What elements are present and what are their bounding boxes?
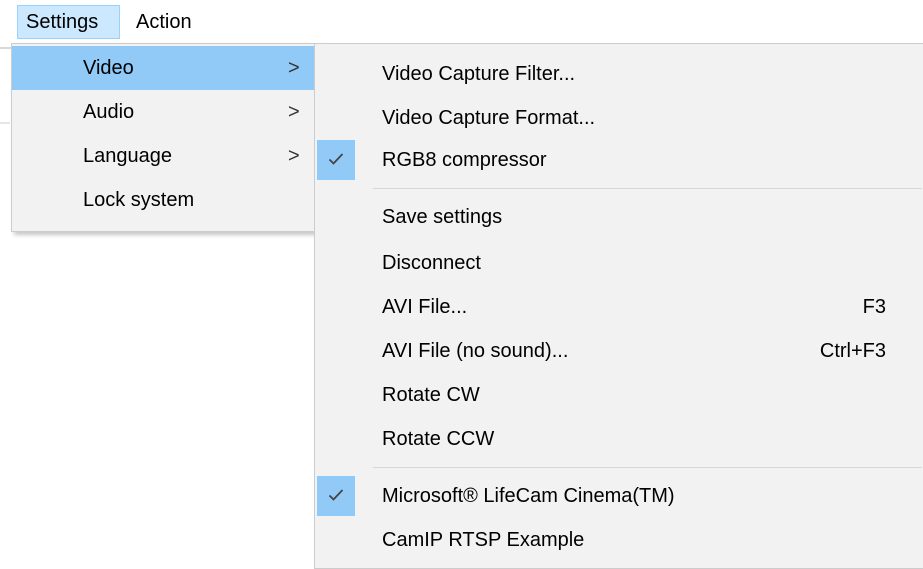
menu-item-save-settings[interactable]: Save settings (315, 195, 923, 239)
menu-separator (373, 188, 922, 189)
menu-item-language[interactable]: Language > (12, 134, 320, 178)
menu-item-rgb8-compressor[interactable]: RGB8 compressor (315, 138, 923, 182)
menu-item-label: Microsoft® LifeCam Cinema(TM) (382, 485, 675, 507)
menu-item-label: Rotate CW (382, 384, 480, 406)
menu-item-label: Video Capture Format... (382, 107, 596, 129)
menu-item-label: Rotate CCW (382, 428, 495, 450)
menu-settings[interactable]: Settings (17, 5, 120, 39)
checkmark-icon (317, 476, 355, 516)
chevron-right-icon: > (288, 101, 300, 123)
menu-item-label: Audio (83, 101, 135, 123)
menu-item-label: Video (83, 57, 134, 79)
menu-item-label: RGB8 compressor (382, 149, 547, 171)
menu-item-label: Save settings (382, 206, 503, 228)
settings-menu: Video > Audio > Language > Lock system (11, 43, 321, 232)
menu-item-label: AVI File (no sound)... (382, 340, 569, 362)
menu-item-shortcut: F3 (862, 296, 886, 318)
menu-action[interactable]: Action (128, 5, 214, 39)
menu-item-label: Language (83, 145, 172, 167)
menu-item-label: AVI File... (382, 296, 468, 318)
menu-item-label: Video Capture Filter... (382, 63, 576, 85)
menu-item-rotate-cw[interactable]: Rotate CW (315, 373, 923, 417)
menu-item-lifecam-cinema[interactable]: Microsoft® LifeCam Cinema(TM) (315, 474, 923, 518)
menu-item-label: CamIP RTSP Example (382, 529, 585, 551)
menu-item-avi-file-no-sound[interactable]: AVI File (no sound)... Ctrl+F3 (315, 329, 923, 373)
chevron-right-icon: > (288, 145, 300, 167)
menu-item-video[interactable]: Video > (12, 46, 320, 90)
menu-action-label: Action (136, 11, 192, 33)
menu-item-label: Lock system (83, 189, 195, 211)
menu-item-shortcut: Ctrl+F3 (819, 340, 886, 362)
chevron-right-icon: > (288, 57, 300, 79)
menu-item-video-capture-format[interactable]: Video Capture Format... (315, 96, 923, 140)
app-window: Settings Action Video > Audio > Language… (0, 0, 923, 569)
menu-item-camip-rtsp-example[interactable]: CamIP RTSP Example (315, 518, 923, 562)
menu-item-video-capture-filter[interactable]: Video Capture Filter... (315, 52, 923, 96)
menu-item-audio[interactable]: Audio > (12, 90, 320, 134)
menu-item-lock-system[interactable]: Lock system (12, 178, 320, 222)
menu-item-avi-file[interactable]: AVI File... F3 (315, 285, 923, 329)
menu-settings-label: Settings (26, 11, 99, 33)
menu-item-label: Disconnect (382, 252, 481, 274)
video-submenu: Video Capture Filter... Video Capture Fo… (314, 43, 923, 569)
menu-separator (373, 467, 922, 468)
checkmark-icon (317, 140, 355, 180)
menu-bar: Settings Action (0, 0, 923, 44)
background-edge-mark (0, 122, 10, 124)
menu-item-disconnect[interactable]: Disconnect (315, 241, 923, 285)
menu-item-rotate-ccw[interactable]: Rotate CCW (315, 417, 923, 461)
